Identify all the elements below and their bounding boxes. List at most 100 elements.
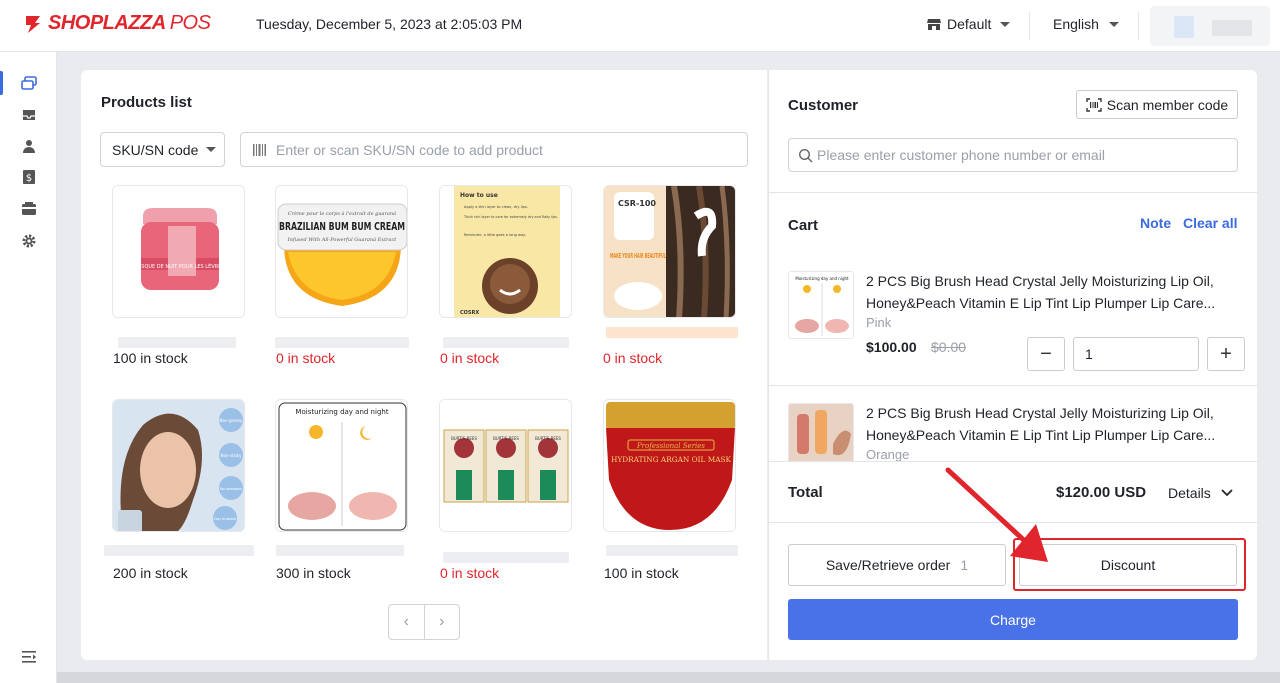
product-name-blurred bbox=[118, 337, 236, 348]
sidebar-item-settings[interactable] bbox=[0, 227, 57, 255]
product-card-image[interactable]: How to use Apply a thin layer to clean, … bbox=[439, 185, 572, 318]
product-3-brand: COSRX bbox=[460, 310, 479, 316]
product-image-cosrx: How to use Apply a thin layer to clean, … bbox=[440, 186, 571, 317]
clear-all-link[interactable]: Clear all bbox=[1183, 215, 1237, 231]
cart-title: Cart bbox=[788, 217, 819, 234]
product-stock: 0 in stock bbox=[440, 565, 500, 581]
product-3-step1: Apply a thin layer to clean, dry lips. bbox=[464, 205, 528, 209]
product-4-brand: CSR-100 bbox=[618, 199, 656, 208]
customer-title: Customer bbox=[788, 97, 859, 114]
divider bbox=[768, 192, 1257, 193]
decrease-quantity-button[interactable]: − bbox=[1027, 337, 1065, 371]
chevron-down-icon bbox=[1221, 489, 1233, 497]
quantity-input[interactable]: 1 bbox=[1073, 337, 1199, 371]
products-list-title: Products list bbox=[101, 94, 192, 111]
divider bbox=[1029, 12, 1030, 40]
scan-member-code-button[interactable]: Scan member code bbox=[1076, 90, 1238, 119]
cart-item-name: 2 PCS Big Brush Head Crystal Jelly Moist… bbox=[866, 405, 1216, 443]
highlight-annotation-box bbox=[1013, 538, 1246, 591]
store-label: Default bbox=[947, 16, 992, 32]
pagination: ‹ › bbox=[388, 604, 460, 640]
product-name-blurred bbox=[606, 327, 738, 338]
product-1-label: MASQUE DE NUIT POUR LES LÈVRES bbox=[134, 262, 225, 270]
cart-item-2-clip: 2 PCS Big Brush Head Crystal Jelly Moist… bbox=[768, 386, 1257, 461]
chevron-down-icon bbox=[1000, 21, 1011, 27]
product-3-step2: Thick rich layer to care for extremely d… bbox=[463, 215, 558, 219]
product-stock: 100 in stock bbox=[604, 565, 679, 581]
product-card-image[interactable]: CSR-100 MAKE YOUR HAIR BEAUTIFUL bbox=[603, 185, 736, 318]
product-5-feature-1: Non-greasy bbox=[220, 418, 244, 423]
product-2-title: BRAZILIAN BUM BUM CREAM bbox=[279, 220, 405, 233]
prev-page-button[interactable]: ‹ bbox=[389, 605, 425, 639]
charge-button[interactable]: Charge bbox=[788, 599, 1238, 640]
finance-icon: $ bbox=[22, 170, 35, 184]
cart-item-compare-price: $0.00 bbox=[931, 339, 967, 355]
details-toggle[interactable]: Details bbox=[1168, 485, 1233, 501]
product-image-hair: CSR-100 MAKE YOUR HAIR BEAUTIFUL bbox=[604, 186, 735, 317]
cart-item-image bbox=[789, 404, 853, 461]
increase-quantity-button[interactable]: + bbox=[1207, 337, 1245, 371]
product-stock: 0 in stock bbox=[440, 350, 500, 366]
product-name-blurred bbox=[606, 545, 738, 556]
product-5-feature-2: Non-sticky bbox=[221, 453, 243, 458]
product-card-image[interactable]: MASQUE DE NUIT POUR LES LÈVRES bbox=[112, 185, 245, 318]
sidebar-item-wallet[interactable] bbox=[0, 195, 57, 223]
sidebar-item-inbox[interactable] bbox=[0, 101, 57, 129]
product-name-blurred bbox=[276, 545, 404, 556]
top-bar: SHOPLAZZA POS Tuesday, December 5, 2023 a… bbox=[0, 0, 1280, 52]
customer-search-input[interactable]: Please enter customer phone number or em… bbox=[788, 138, 1238, 172]
details-label: Details bbox=[1168, 485, 1211, 501]
next-page-button[interactable]: › bbox=[425, 605, 460, 639]
product-7-brand-3: BURT'S BEES bbox=[535, 436, 561, 441]
customer-icon bbox=[22, 140, 35, 153]
scan-member-code-label: Scan member code bbox=[1106, 96, 1229, 113]
product-6-title: Moisturizing day and night bbox=[295, 408, 388, 416]
sku-type-select[interactable]: SKU/SN code bbox=[100, 132, 225, 167]
product-3-howto: How to use bbox=[460, 192, 498, 199]
charge-label: Charge bbox=[990, 611, 1036, 628]
svg-text:$: $ bbox=[25, 173, 31, 184]
user-avatar-blurred[interactable] bbox=[1150, 6, 1270, 46]
product-card-image[interactable]: Non-greasy Non-sticky Non-comedogenic Ea… bbox=[112, 399, 245, 532]
language-selector[interactable]: English bbox=[1053, 16, 1119, 32]
divider bbox=[768, 461, 1257, 462]
product-2-tagline: Infused With All-Powerful Guaraná Extrac… bbox=[287, 236, 398, 243]
wallet-icon bbox=[21, 202, 36, 215]
cart-item-variant: Orange bbox=[866, 447, 910, 461]
product-name-blurred bbox=[275, 337, 409, 348]
product-7-brand-2: BURT'S BEES bbox=[493, 436, 519, 441]
store-selector[interactable]: Default bbox=[926, 16, 1011, 32]
sidebar-item-finance[interactable]: $ bbox=[0, 163, 57, 191]
product-stock: 100 in stock bbox=[113, 350, 188, 366]
save-retrieve-order-button[interactable]: Save/Retrieve order 1 bbox=[788, 544, 1006, 586]
current-datetime: Tuesday, December 5, 2023 at 2:05:03 PM bbox=[256, 16, 523, 32]
brand-name: SHOPLAZZA bbox=[48, 12, 166, 34]
product-8-series: Professional Series bbox=[636, 442, 705, 450]
product-card-image[interactable]: Moisturizing day and night bbox=[275, 399, 408, 532]
product-card-image[interactable]: Professional Series HYDRATING ARGAN OIL … bbox=[603, 399, 736, 532]
product-5-feature-4: Easy to absorb bbox=[214, 517, 237, 521]
search-icon bbox=[798, 148, 813, 162]
brand-suffix: POS bbox=[169, 12, 211, 34]
product-stock: 0 in stock bbox=[276, 350, 336, 366]
sidebar-collapse[interactable] bbox=[0, 643, 57, 671]
saved-order-count: 1 bbox=[960, 557, 969, 573]
product-search-input[interactable]: Enter or scan SKU/SN code to add product bbox=[240, 132, 748, 167]
chevron-down-icon bbox=[1108, 21, 1119, 27]
product-image-face: Non-greasy Non-sticky Non-comedogenic Ea… bbox=[113, 400, 244, 531]
cart-note-link[interactable]: Note bbox=[1140, 215, 1171, 231]
sidebar: $ bbox=[0, 52, 57, 683]
sidebar-item-customers[interactable] bbox=[0, 132, 57, 160]
cart-item-thumbnail bbox=[788, 403, 854, 461]
product-card-image[interactable]: Crème pour le corps à l'extrait de guara… bbox=[275, 185, 408, 318]
product-card-image[interactable]: BURT'S BEES BURT'S BEES BURT'S BEES bbox=[439, 399, 572, 532]
product-2-subtitle: Crème pour le corps à l'extrait de guara… bbox=[288, 210, 396, 217]
product-8-title: HYDRATING ARGAN OIL MASK bbox=[611, 456, 732, 464]
cart-item-name: 2 PCS Big Brush Head Crystal Jelly Moist… bbox=[866, 273, 1216, 311]
product-image-lip-oil: Moisturizing day and night bbox=[276, 400, 407, 531]
chevron-down-icon bbox=[206, 147, 217, 152]
brand-logo[interactable]: SHOPLAZZA POS bbox=[22, 12, 211, 35]
product-image-argan-mask: Professional Series HYDRATING ARGAN OIL … bbox=[604, 400, 735, 531]
product-name-blurred bbox=[443, 552, 569, 563]
sidebar-item-orders[interactable] bbox=[0, 69, 57, 97]
